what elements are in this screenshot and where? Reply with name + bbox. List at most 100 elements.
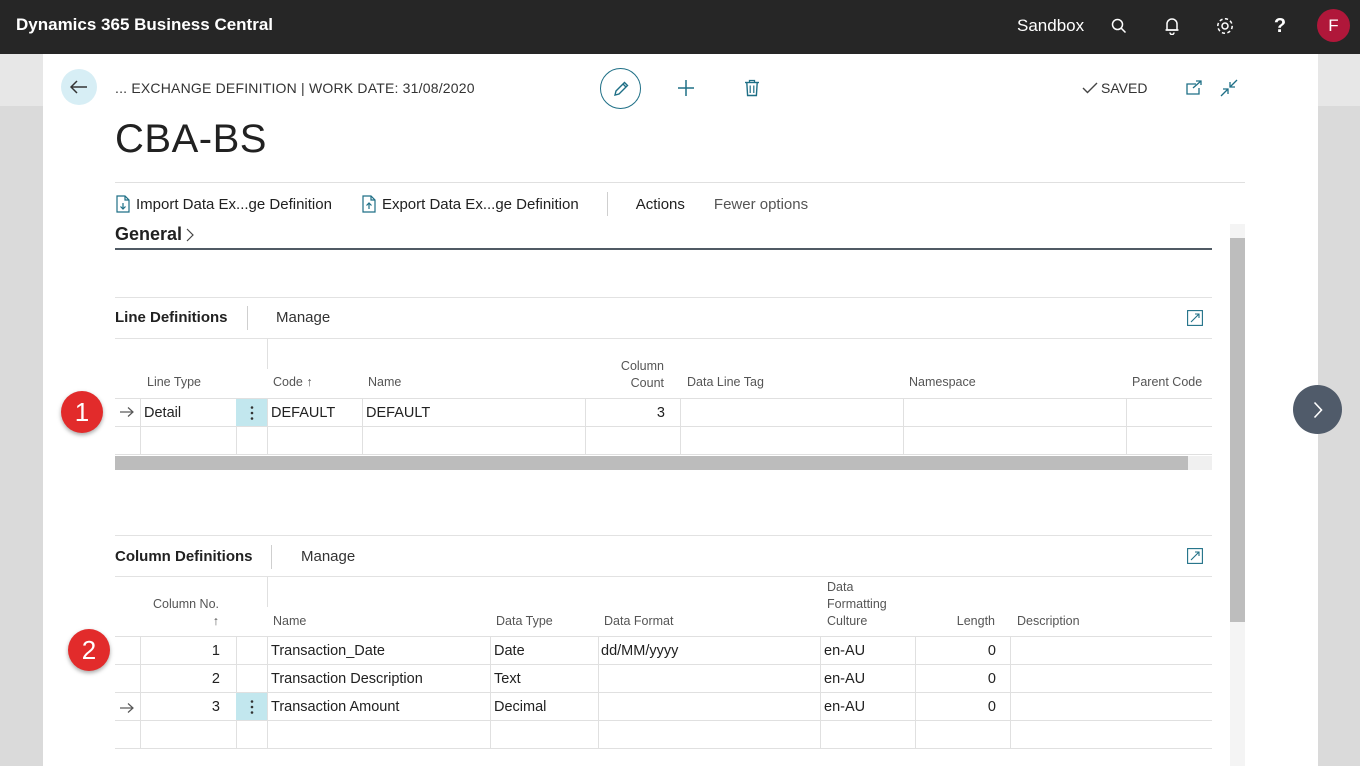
bell-icon[interactable] bbox=[1160, 14, 1184, 38]
col-header-column-no-line1: Column No. bbox=[153, 597, 219, 611]
name-cell[interactable]: Transaction Amount bbox=[271, 693, 399, 721]
grid-line bbox=[585, 399, 586, 455]
general-label: General bbox=[115, 224, 183, 244]
culture-cell[interactable]: en-AU bbox=[824, 665, 865, 693]
edit-button[interactable] bbox=[600, 68, 641, 109]
length-cell[interactable]: 0 bbox=[920, 665, 996, 693]
line-definitions-header-divider bbox=[115, 338, 1212, 339]
col-header-data-line-tag[interactable]: Data Line Tag bbox=[687, 374, 764, 391]
vertical-scrollbar-thumb[interactable] bbox=[1230, 238, 1245, 622]
import-document-icon bbox=[116, 195, 130, 213]
export-action[interactable]: Export Data Ex...ge Definition bbox=[361, 195, 579, 213]
col-header-code[interactable]: Code ↑ bbox=[273, 374, 313, 391]
col-header-column-count-line1: Column bbox=[620, 359, 664, 373]
length-cell[interactable]: 0 bbox=[920, 693, 996, 721]
search-icon[interactable] bbox=[1107, 14, 1131, 38]
checkmark-icon bbox=[1082, 82, 1098, 94]
breadcrumb: ... EXCHANGE DEFINITION | WORK DATE: 31/… bbox=[115, 80, 475, 96]
col-header-data-formatting-culture[interactable]: Data Formatting Culture bbox=[827, 579, 887, 630]
arrow-left-icon bbox=[70, 80, 87, 94]
data-format-cell[interactable]: dd/MM/yyyy bbox=[601, 637, 678, 665]
grid-line bbox=[1126, 399, 1127, 455]
plus-icon bbox=[678, 80, 694, 96]
line-definitions-top-divider bbox=[115, 297, 1212, 298]
app-bar: Dynamics 365 Business Central Sandbox ? … bbox=[0, 0, 1360, 54]
column-no-cell[interactable]: 3 bbox=[140, 693, 220, 721]
col-header-column-count[interactable]: Column Count bbox=[596, 358, 664, 392]
grid-line bbox=[362, 399, 363, 455]
grid-line bbox=[140, 399, 141, 455]
export-document-icon bbox=[362, 195, 376, 213]
chevron-right-icon bbox=[186, 228, 194, 241]
col-header-length[interactable]: Length bbox=[920, 613, 995, 630]
col-header-description[interactable]: Description bbox=[1017, 613, 1080, 630]
step-badge-1: 1 bbox=[61, 391, 103, 433]
column-definitions-title[interactable]: Column Definitions bbox=[115, 548, 253, 565]
column-count-cell[interactable]: 3 bbox=[590, 399, 665, 427]
line-definitions-expand-icon[interactable] bbox=[1186, 309, 1204, 327]
column-no-cell[interactable]: 2 bbox=[140, 665, 220, 693]
grid-line bbox=[680, 399, 681, 455]
line-definitions-title[interactable]: Line Definitions bbox=[115, 309, 228, 326]
open-in-new-window-icon bbox=[1186, 80, 1202, 95]
row-actions-button[interactable] bbox=[236, 693, 267, 720]
name-cell[interactable]: Transaction_Date bbox=[271, 637, 385, 665]
name-cell[interactable]: Transaction Description bbox=[271, 665, 423, 693]
data-type-cell[interactable]: Date bbox=[494, 637, 525, 665]
col-header-line-type[interactable]: Line Type bbox=[147, 374, 201, 391]
back-button[interactable] bbox=[61, 69, 97, 105]
app-brand[interactable]: Dynamics 365 Business Central bbox=[16, 15, 273, 35]
grid-line bbox=[903, 399, 904, 455]
actions-menu[interactable]: Actions bbox=[636, 196, 685, 213]
open-new-window-button[interactable] bbox=[1182, 76, 1206, 100]
col-header-parent-code[interactable]: Parent Code bbox=[1132, 374, 1202, 391]
culture-cell[interactable]: en-AU bbox=[824, 637, 865, 665]
line-definitions-separator bbox=[247, 306, 248, 330]
code-cell[interactable]: DEFAULT bbox=[271, 399, 335, 427]
column-definitions-separator bbox=[271, 545, 272, 569]
horizontal-scrollbar-thumb[interactable] bbox=[115, 456, 1188, 470]
col-header-culture-line1: Data bbox=[827, 580, 854, 594]
col-header-name[interactable]: Name bbox=[368, 374, 401, 391]
grid-line bbox=[267, 637, 268, 749]
col-header-column-no[interactable]: Column No. ↑ bbox=[140, 596, 219, 630]
step-badge-2: 2 bbox=[68, 629, 110, 671]
column-definitions-expand-icon[interactable] bbox=[1186, 547, 1204, 565]
line-definitions-manage[interactable]: Manage bbox=[276, 309, 330, 326]
add-button[interactable] bbox=[674, 76, 698, 100]
next-record-button[interactable] bbox=[1293, 385, 1342, 434]
line-type-cell[interactable]: Detail bbox=[144, 399, 181, 427]
data-type-cell[interactable]: Text bbox=[494, 665, 521, 693]
header-divider bbox=[115, 182, 1245, 183]
import-action[interactable]: Import Data Ex...ge Definition bbox=[115, 195, 332, 213]
column-definitions-manage[interactable]: Manage bbox=[301, 548, 355, 565]
action-bar: Import Data Ex...ge Definition Export Da… bbox=[115, 192, 808, 216]
culture-cell[interactable]: en-AU bbox=[824, 693, 865, 721]
collapse-button[interactable] bbox=[1217, 76, 1241, 100]
action-separator bbox=[606, 192, 608, 216]
row-actions-button[interactable] bbox=[236, 399, 267, 426]
fewer-options-button[interactable]: Fewer options bbox=[714, 196, 808, 213]
general-fasttab[interactable]: General bbox=[115, 224, 194, 245]
collapse-icon bbox=[1220, 79, 1238, 97]
length-cell[interactable]: 0 bbox=[920, 637, 996, 665]
page-title: CBA-BS bbox=[115, 117, 267, 161]
avatar[interactable]: F bbox=[1317, 9, 1350, 42]
col-header-namespace[interactable]: Namespace bbox=[909, 374, 976, 391]
background-left bbox=[0, 106, 43, 766]
environment-label[interactable]: Sandbox bbox=[1017, 16, 1084, 36]
column-no-cell[interactable]: 1 bbox=[140, 637, 220, 665]
gear-icon[interactable] bbox=[1213, 14, 1237, 38]
saved-label: SAVED bbox=[1101, 80, 1148, 96]
col-header-data-format[interactable]: Data Format bbox=[604, 613, 673, 630]
col-header-data-type[interactable]: Data Type bbox=[496, 613, 553, 630]
delete-button[interactable] bbox=[740, 76, 764, 100]
data-type-cell[interactable]: Decimal bbox=[494, 693, 546, 721]
export-action-label: Export Data Ex...ge Definition bbox=[381, 195, 579, 213]
grid-line bbox=[115, 454, 1212, 455]
name-cell[interactable]: DEFAULT bbox=[366, 399, 430, 427]
col-header-name[interactable]: Name bbox=[273, 613, 306, 630]
help-icon[interactable]: ? bbox=[1268, 14, 1292, 38]
grid-line bbox=[115, 748, 1212, 749]
more-vertical-icon bbox=[250, 699, 253, 714]
